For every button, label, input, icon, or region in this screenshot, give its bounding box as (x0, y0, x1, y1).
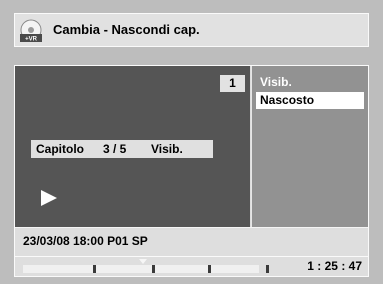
option-hidden[interactable]: Nascosto (256, 92, 364, 109)
disc-badge-label: +VR (25, 37, 38, 43)
disc-icon: +VR (20, 19, 42, 43)
page-title: Cambia - Nascondi cap. (53, 22, 200, 37)
option-visible[interactable]: Visib. (256, 74, 364, 91)
chapter-mark (152, 265, 155, 273)
chapter-preview: 1 Capitolo 3 / 5 Visib. (15, 66, 250, 227)
chapter-status: Visib. (151, 142, 183, 156)
chapter-position: 3 / 5 (103, 142, 127, 156)
chapter-label: Capitolo (36, 142, 84, 156)
elapsed-time: 1 : 25 : 47 (307, 259, 362, 273)
chapter-mark (266, 265, 269, 273)
chapter-number-badge: 1 (220, 75, 245, 92)
playback-position-marker (139, 259, 148, 264)
play-icon (41, 190, 57, 206)
progress-track[interactable] (23, 265, 259, 273)
chapter-mark (93, 265, 96, 273)
title-bar: +VR Cambia - Nascondi cap. (14, 13, 369, 47)
recording-info: 23/03/08 18:00 P01 SP (15, 227, 368, 256)
visibility-menu: Visib. Nascosto (251, 66, 368, 227)
chapter-mark (208, 265, 211, 273)
chapter-info-bar: Capitolo 3 / 5 Visib. (31, 140, 213, 158)
status-bar: 1 : 25 : 47 (14, 257, 369, 277)
main-panel: 1 Capitolo 3 / 5 Visib. Visib. Nascosto … (14, 65, 369, 257)
